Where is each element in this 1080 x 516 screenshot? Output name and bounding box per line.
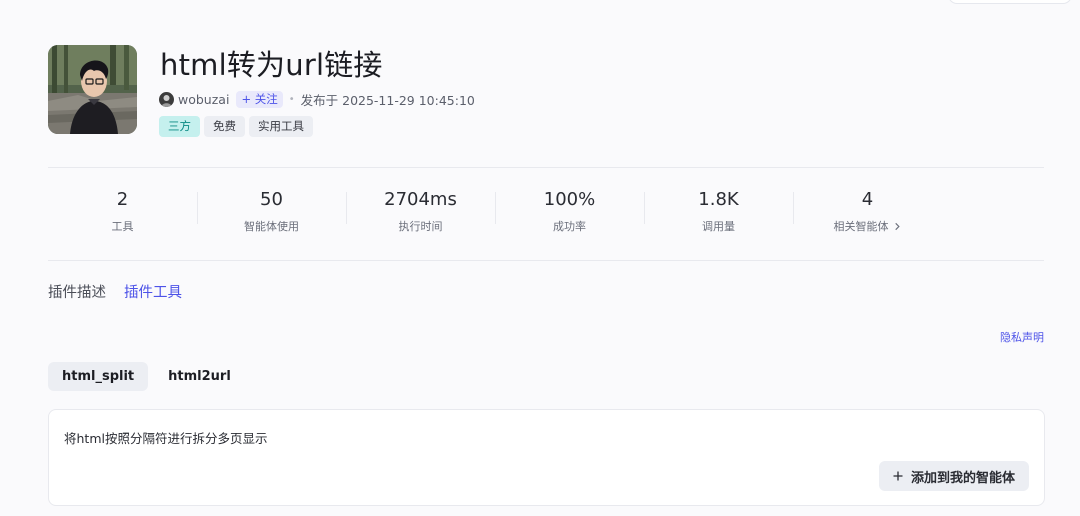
privacy-link[interactable]: 隐私声明 <box>1000 329 1044 345</box>
plus-icon <box>893 471 903 481</box>
tab-plugin-description[interactable]: 插件描述 <box>48 281 106 302</box>
tag-third-party: 三方 <box>159 116 200 137</box>
stat-agent-usage: 50 智能体使用 <box>197 188 346 233</box>
tool-tabs: html_split html2url <box>48 362 245 391</box>
publish-date: 发布于 2025-11-29 10:45:10 <box>300 92 475 108</box>
top-right-control[interactable] <box>948 0 1072 4</box>
tool-card: 将html按照分隔符进行拆分多页显示 添加到我的智能体 <box>48 409 1045 506</box>
add-to-agent-label: 添加到我的智能体 <box>910 470 1015 486</box>
tag-free: 免费 <box>204 116 245 137</box>
stat-value: 50 <box>260 189 283 210</box>
stat-label: 工具 <box>111 220 134 233</box>
stat-label: 执行时间 <box>398 220 443 233</box>
stat-value: 100% <box>543 189 596 210</box>
tab-plugin-tools[interactable]: 插件工具 <box>124 281 182 302</box>
stat-success-rate: 100% 成功率 <box>495 188 644 233</box>
stat-exec-time: 2704ms 执行时间 <box>346 188 495 233</box>
add-to-agent-button[interactable]: 添加到我的智能体 <box>878 461 1029 491</box>
stat-label: 成功率 <box>553 220 586 233</box>
stat-related-agents[interactable]: 4 相关智能体 <box>793 188 942 234</box>
tool-tab-html-split[interactable]: html_split <box>48 362 149 391</box>
tool-tab-html2url[interactable]: html2url <box>154 362 245 391</box>
stat-label: 调用量 <box>702 220 735 233</box>
separator-dot: • <box>288 93 295 105</box>
stat-call-count: 1.8K 调用量 <box>644 188 793 233</box>
header-divider <box>48 167 1044 168</box>
stat-label: 智能体使用 <box>244 220 299 233</box>
plugin-avatar <box>48 45 137 134</box>
follow-button[interactable]: + 关注 <box>236 90 283 108</box>
author-avatar[interactable] <box>159 91 174 107</box>
stats-divider <box>48 260 1044 261</box>
stat-label[interactable]: 相关智能体 <box>834 218 889 234</box>
tag-list: 三方 免费 实用工具 <box>159 116 313 137</box>
plugin-meta: wobuzai + 关注 • 发布于 2025-11-29 10:45:10 <box>159 90 475 108</box>
stat-value: 2 <box>116 189 129 210</box>
author-name[interactable]: wobuzai <box>178 92 229 107</box>
stat-value: 4 <box>861 189 874 210</box>
plugin-title: html转为url链接 <box>160 48 383 82</box>
tool-description: 将html按照分隔符进行拆分多页显示 <box>64 431 268 446</box>
stats-bar: 2 工具 50 智能体使用 2704ms 执行时间 100% 成功率 1.8K … <box>48 188 942 234</box>
stat-value: 1.8K <box>698 189 739 210</box>
stat-value: 2704ms <box>384 189 457 210</box>
chevron-right-icon[interactable] <box>893 222 902 231</box>
stat-tools: 2 工具 <box>48 188 197 233</box>
tag-utility: 实用工具 <box>249 116 313 137</box>
content-tabs: 插件描述 插件工具 <box>48 281 182 302</box>
